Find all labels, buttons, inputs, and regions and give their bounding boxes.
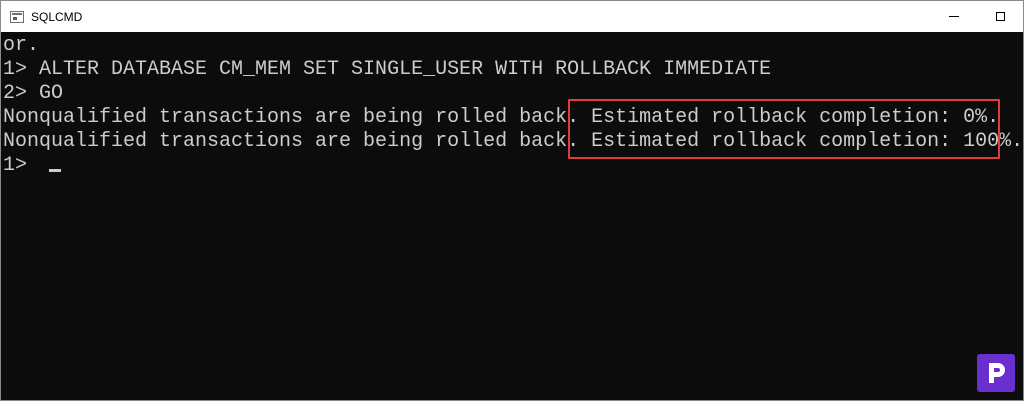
maximize-button[interactable] — [977, 1, 1023, 32]
maximize-icon — [995, 12, 1005, 21]
terminal-line: 1> ALTER DATABASE CM_MEM SET SINGLE_USER… — [3, 58, 772, 81]
prajwal-logo-icon — [977, 354, 1015, 392]
minimize-button[interactable] — [931, 1, 977, 32]
window-title: SQLCMD — [31, 9, 83, 24]
title-bar[interactable]: SQLCMD — [1, 1, 1023, 32]
rollback-completion-highlight — [568, 99, 1000, 159]
terminal-output[interactable]: or. 1> ALTER DATABASE CM_MEM SET SINGLE_… — [1, 32, 1023, 400]
minimize-icon — [949, 16, 959, 17]
logo-mark — [989, 363, 1005, 383]
terminal-line: or. — [3, 34, 40, 57]
console-app-icon — [10, 10, 24, 23]
sqlcmd-window: SQLCMD or. 1> ALTER DATABASE CM_MEM SET … — [0, 0, 1024, 401]
prompt-text: 1> — [3, 154, 40, 177]
text-cursor — [49, 169, 62, 172]
window-controls — [931, 1, 1023, 32]
